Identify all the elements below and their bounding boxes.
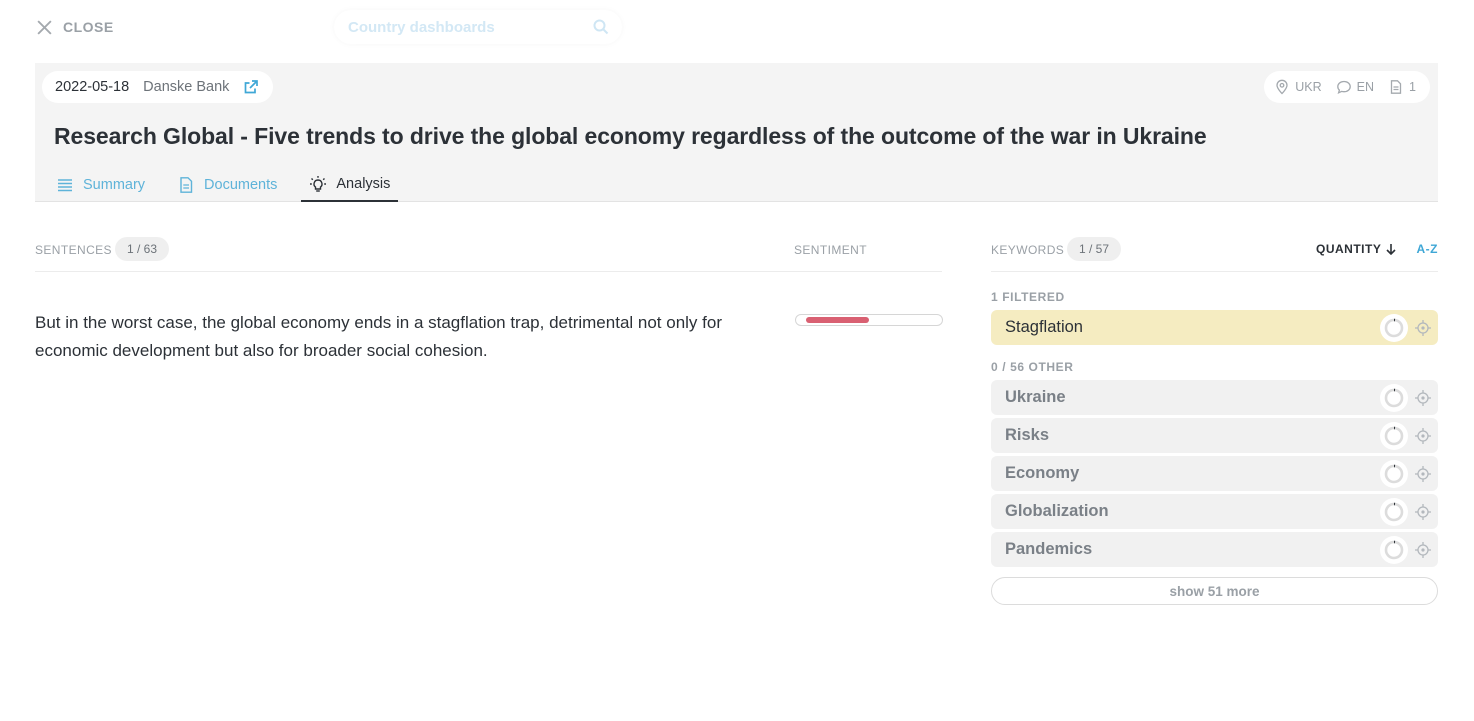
keyword-name: Globalization xyxy=(1005,502,1109,520)
document-header: 2022-05-18 Danske Bank UKR EN 1 Research… xyxy=(35,63,1438,202)
tab-analysis[interactable]: Analysis xyxy=(301,167,399,202)
document-icon xyxy=(180,176,193,193)
share-pie-icon xyxy=(1384,540,1404,559)
close-label: CLOSE xyxy=(63,19,114,35)
external-link-icon[interactable] xyxy=(243,79,259,95)
document-info: UKR EN 1 xyxy=(1264,71,1430,103)
keyword-name: Pandemics xyxy=(1005,540,1093,558)
keywords-count-badge: 1 / 57 xyxy=(1067,237,1122,261)
show-more-button[interactable]: show 51 more xyxy=(991,577,1438,605)
keyword-share-pie xyxy=(1380,383,1408,412)
keyword-row[interactable]: Pandemics xyxy=(991,532,1438,567)
keyword-share-pie xyxy=(1380,535,1408,564)
country-info: UKR xyxy=(1274,79,1322,95)
tab-summary-label: Summary xyxy=(83,176,146,193)
crosshair-icon xyxy=(1415,427,1431,444)
document-icon xyxy=(1390,80,1402,94)
share-pie-icon xyxy=(1384,388,1404,407)
keyword-share-pie xyxy=(1380,497,1408,526)
focus-keyword-button[interactable] xyxy=(1408,421,1438,451)
keyword-row[interactable]: Economy xyxy=(991,456,1438,491)
sentences-label: SENTENCES xyxy=(35,243,112,257)
keywords-header: KEYWORDS 1 / 57 QUANTITY A-Z xyxy=(991,237,1438,272)
share-pie-icon xyxy=(1384,502,1404,521)
country-code: UKR xyxy=(1295,80,1322,94)
sentiment-label: SENTIMENT xyxy=(794,243,867,257)
focus-keyword-button[interactable] xyxy=(1408,497,1438,527)
document-count-info: 1 xyxy=(1388,79,1416,95)
keyword-row[interactable]: Stagflation xyxy=(991,310,1438,345)
lightbulb-icon xyxy=(310,175,327,192)
document-source: Danske Bank xyxy=(143,79,230,95)
location-pin-icon xyxy=(1276,79,1288,95)
share-pie-icon xyxy=(1384,464,1404,483)
keyword-actions xyxy=(1380,380,1438,415)
close-button[interactable]: CLOSE xyxy=(36,17,114,37)
crosshair-icon xyxy=(1415,541,1431,558)
keyword-share-pie xyxy=(1380,459,1408,488)
keyword-share-pie xyxy=(1380,313,1408,342)
close-icon xyxy=(37,19,52,35)
crosshair-icon xyxy=(1415,319,1431,336)
keyword-actions xyxy=(1380,494,1438,529)
speech-bubble-icon xyxy=(1336,80,1351,94)
tab-documents-label: Documents xyxy=(204,176,278,193)
tab-analysis-label: Analysis xyxy=(336,175,391,192)
sort-quantity-label: QUANTITY xyxy=(1316,242,1382,256)
sort-by-quantity-button[interactable]: QUANTITY xyxy=(1316,242,1397,256)
keyword-row[interactable]: Globalization xyxy=(991,494,1438,529)
search-box[interactable] xyxy=(334,10,622,44)
tab-documents[interactable]: Documents xyxy=(169,167,285,202)
crosshair-icon xyxy=(1415,503,1431,520)
sort-alphabetical-button[interactable]: A-Z xyxy=(1417,242,1439,256)
tab-bar: Summary Documents Analysis xyxy=(48,167,414,202)
sentences-header: SENTENCES 1 / 63 SENTIMENT xyxy=(35,237,942,272)
arrow-down-icon xyxy=(1386,244,1396,255)
search-input[interactable] xyxy=(348,18,578,36)
focus-keyword-button[interactable] xyxy=(1408,535,1438,565)
keyword-name: Ukraine xyxy=(1005,388,1066,406)
keyword-actions xyxy=(1380,456,1438,491)
sentiment-bar xyxy=(795,314,943,326)
top-bar: CLOSE xyxy=(0,0,1474,56)
keyword-actions xyxy=(1380,532,1438,567)
language-info: EN xyxy=(1336,79,1374,95)
document-date: 2022-05-18 xyxy=(55,79,130,95)
keywords-label: KEYWORDS xyxy=(991,243,1065,257)
crosshair-icon xyxy=(1415,465,1431,482)
filtered-section-label: 1 FILTERED xyxy=(991,290,1065,304)
document-meta: 2022-05-18 Danske Bank xyxy=(42,71,274,103)
other-section-label: 0 / 56 OTHER xyxy=(991,360,1074,374)
keyword-row[interactable]: Risks xyxy=(991,418,1438,453)
list-icon xyxy=(58,178,72,191)
focus-keyword-button[interactable] xyxy=(1408,313,1438,343)
language-code: EN xyxy=(1356,80,1375,94)
keyword-name: Stagflation xyxy=(1005,318,1083,336)
sentiment-bar-fill xyxy=(806,317,869,323)
search-icon[interactable] xyxy=(592,18,610,36)
sentence-text: But in the worst case, the global econom… xyxy=(35,313,722,360)
keyword-name: Risks xyxy=(1005,426,1050,444)
tab-summary[interactable]: Summary xyxy=(48,167,153,202)
keyword-row[interactable]: Ukraine xyxy=(991,380,1438,415)
share-pie-icon xyxy=(1384,318,1404,337)
document-count: 1 xyxy=(1409,80,1416,94)
share-pie-icon xyxy=(1384,426,1404,445)
focus-keyword-button[interactable] xyxy=(1408,383,1438,413)
document-title: Research Global - Five trends to drive t… xyxy=(54,123,1207,149)
crosshair-icon xyxy=(1415,389,1431,406)
focus-keyword-button[interactable] xyxy=(1408,459,1438,489)
keyword-share-pie xyxy=(1380,421,1408,450)
keyword-name: Economy xyxy=(1005,464,1080,482)
keyword-actions xyxy=(1380,310,1438,345)
sentences-count-badge: 1 / 63 xyxy=(115,237,170,261)
keyword-actions xyxy=(1380,418,1438,453)
